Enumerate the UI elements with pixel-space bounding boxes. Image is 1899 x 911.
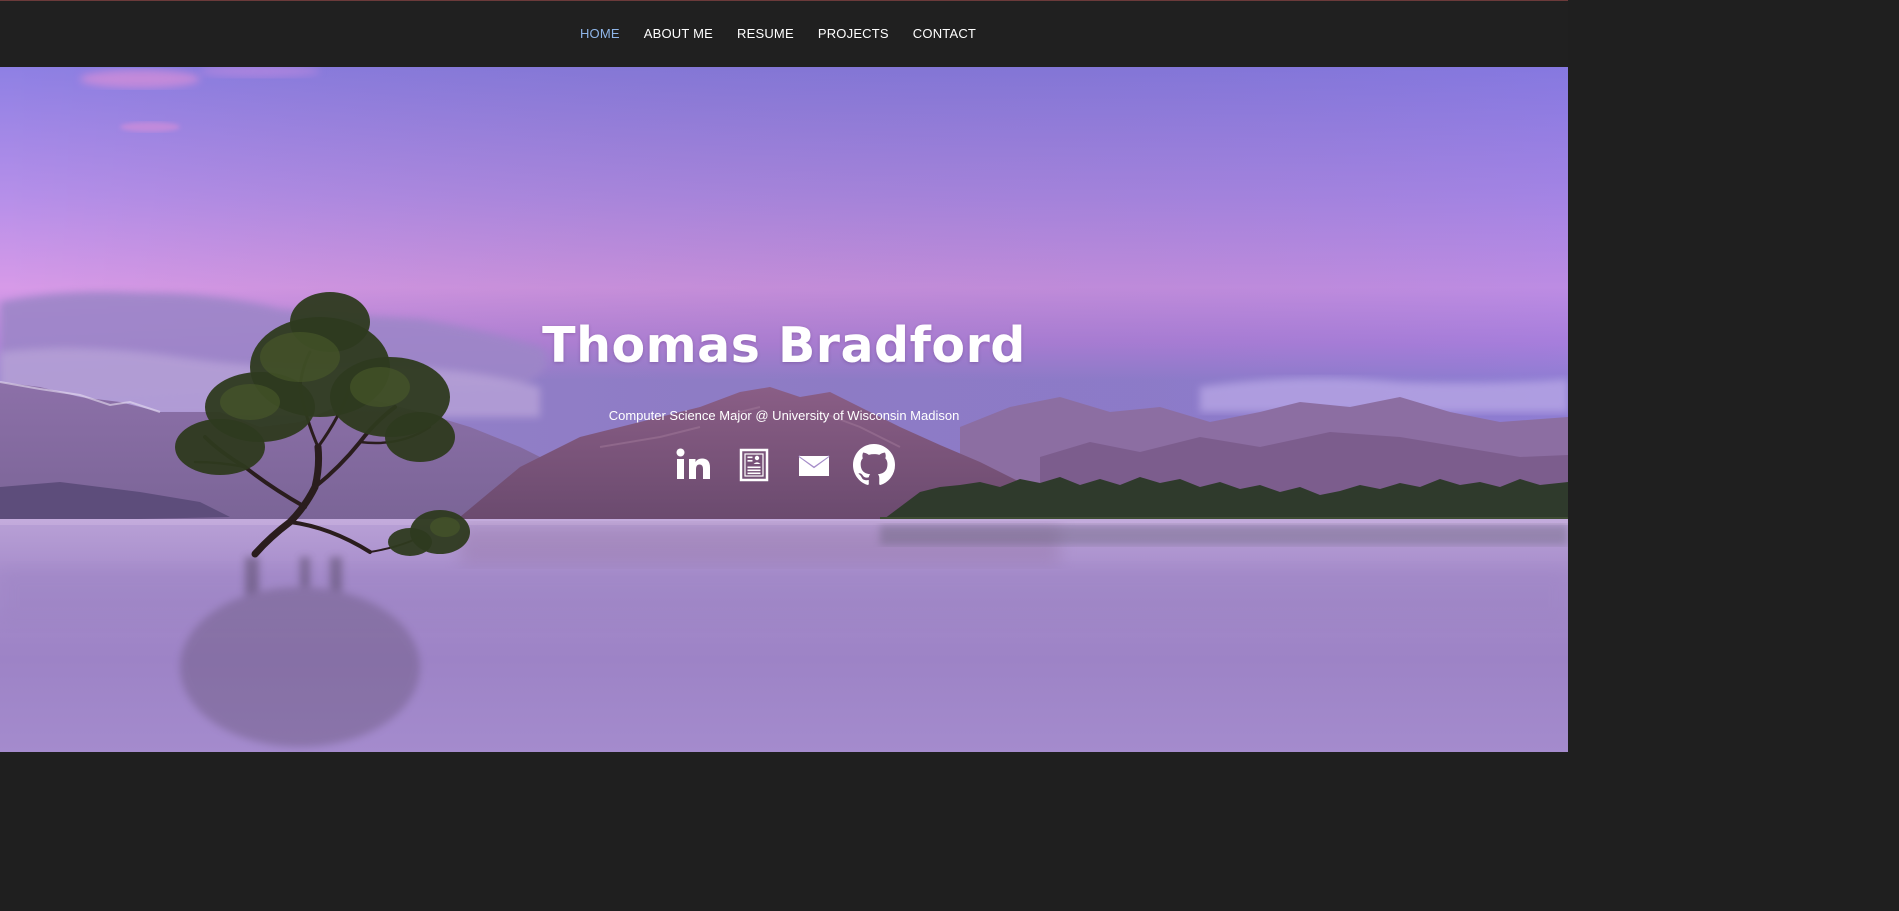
nav-link-resume[interactable]: RESUME	[725, 26, 806, 41]
page: HOME ABOUT ME RESUME PROJECTS CONTACT Th…	[0, 0, 1568, 752]
nav-link-contact[interactable]: CONTACT	[901, 26, 988, 41]
github-icon	[853, 444, 895, 485]
nav-item-resume: RESUME	[725, 25, 806, 43]
linkedin-link[interactable]	[672, 443, 716, 487]
hero-name-heading: Thomas Bradford	[542, 317, 1026, 374]
resume-link[interactable]	[732, 443, 776, 487]
nav-link-projects[interactable]: PROJECTS	[806, 26, 901, 41]
nav-item-contact: CONTACT	[901, 25, 988, 43]
nav-item-about: ABOUT ME	[632, 25, 725, 43]
nav-item-projects: PROJECTS	[806, 25, 901, 43]
linkedin-icon	[676, 448, 710, 479]
github-link[interactable]	[852, 443, 896, 487]
email-envelope-icon	[798, 455, 830, 476]
social-links	[0, 443, 1568, 487]
top-navbar: HOME ABOUT ME RESUME PROJECTS CONTACT	[0, 0, 1568, 67]
hero-subtitle: Computer Science Major @ University of W…	[608, 408, 960, 423]
resume-document-icon	[739, 448, 769, 482]
nav-item-home: HOME	[580, 25, 632, 43]
nav-link-home[interactable]: HOME	[580, 26, 632, 41]
nav-menu: HOME ABOUT ME RESUME PROJECTS CONTACT	[0, 1, 1568, 67]
hero-section: Thomas Bradford Computer Science Major @…	[0, 67, 1568, 752]
email-link[interactable]	[792, 443, 836, 487]
nav-link-about-me[interactable]: ABOUT ME	[632, 26, 725, 41]
